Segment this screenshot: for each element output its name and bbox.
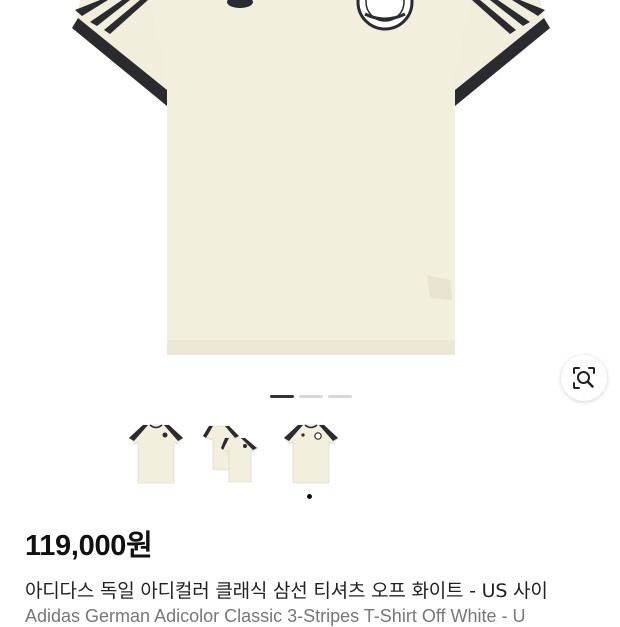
gallery-pager [270, 395, 352, 398]
pager-dot-1[interactable] [270, 395, 294, 398]
thumbnail-strip [0, 418, 620, 488]
selected-thumbnail-indicator [307, 494, 312, 499]
thumbnail-1[interactable] [121, 418, 191, 488]
jersey-illustration [72, 0, 550, 355]
jersey-thumbnail [128, 424, 184, 484]
product-image[interactable] [0, 0, 620, 375]
pager-dot-3[interactable] [328, 395, 352, 398]
jersey-crest-thumbnail [283, 424, 339, 484]
pager-dot-2[interactable] [299, 395, 323, 398]
product-title: 아디다스 독일 아디컬러 클래식 삼선 티셔츠 오프 화이트 - US 사이 [25, 580, 548, 602]
image-search-button[interactable] [561, 355, 607, 401]
thumbnail-2[interactable] [199, 418, 269, 488]
jersey-pair-thumbnail [202, 425, 258, 483]
thumbnail-3[interactable] [276, 418, 346, 488]
product-price: 119,000원 [25, 530, 153, 562]
image-search-icon [573, 367, 595, 389]
product-subtitle: Adidas German Adicolor Classic 3-Stripes… [25, 606, 526, 626]
